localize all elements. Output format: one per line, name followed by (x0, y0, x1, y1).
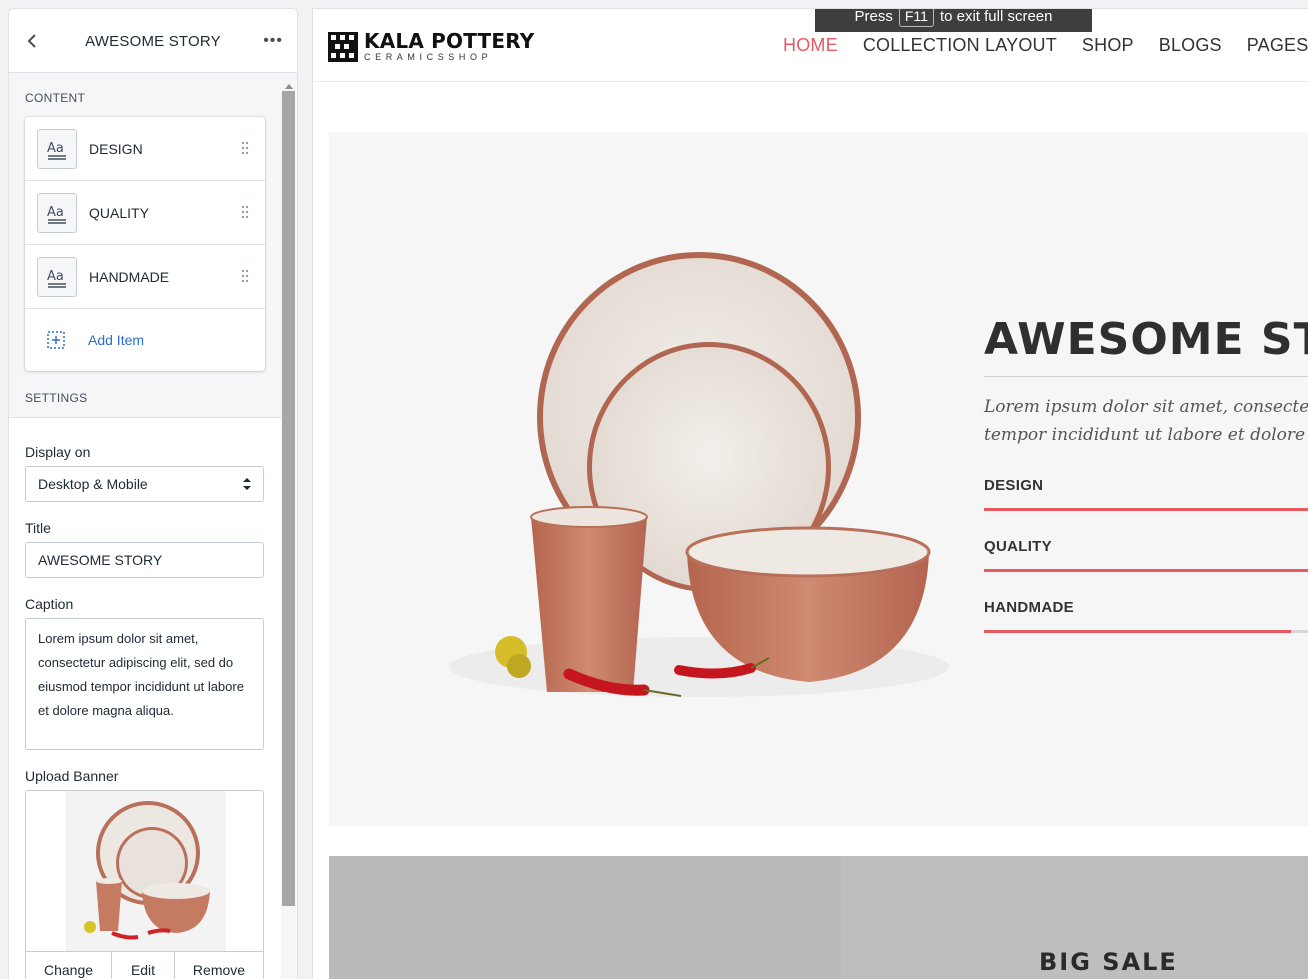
skill-bar-label: DESIGN (984, 477, 1044, 494)
display-on-label: Display on (25, 444, 91, 460)
settings-panel: Display on Desktop & Mobile Title AWESOM… (9, 417, 281, 979)
drag-handle-icon[interactable] (241, 269, 249, 283)
logo-text: KALA POTTERY CERAMICSSHOP (364, 31, 534, 62)
skill-bar-fill (984, 569, 1308, 572)
banner-thumbnail-image (66, 791, 226, 951)
store-header: KALA POTTERY CERAMICSSHOP HOME COLLECTIO… (313, 9, 1308, 82)
svg-text:Aa: Aa (47, 141, 64, 156)
skill-bar-quality: QUALITY (984, 538, 1308, 572)
change-banner-button[interactable]: Change (26, 952, 112, 979)
story-content: AWESOME STO Lorem ipsum dolor sit amet, … (984, 312, 1308, 633)
skill-bar-track (984, 508, 1308, 511)
story-caption-line: Lorem ipsum dolor sit amet, consectetur (984, 397, 1308, 417)
story-divider (984, 376, 1308, 377)
story-caption: Lorem ipsum dolor sit amet, consectetur … (984, 393, 1308, 449)
theme-editor-sidebar: AWESOME STORY ••• CONTENT Aa DESIGN Aa Q… (8, 8, 298, 979)
more-actions-icon[interactable]: ••• (263, 32, 283, 50)
logo-mark-icon (328, 31, 358, 62)
storefront-preview: KALA POTTERY CERAMICSSHOP HOME COLLECTIO… (312, 8, 1308, 979)
skill-bar-handmade: HANDMADE (984, 599, 1308, 633)
remove-banner-button[interactable]: Remove (175, 952, 263, 979)
settings-section-label: SETTINGS (25, 391, 88, 405)
nav-blogs[interactable]: BLOGS (1159, 35, 1222, 56)
scroll-up-icon[interactable] (285, 84, 293, 89)
pottery-banner-image (449, 252, 949, 697)
edit-banner-button[interactable]: Edit (112, 952, 175, 979)
toast-key: F11 (898, 9, 934, 27)
toast-text-after: to exit full screen (939, 8, 1053, 25)
add-item-button[interactable]: Add Item (25, 309, 265, 371)
skill-bar-label: HANDMADE (984, 599, 1074, 616)
sidebar-header: AWESOME STORY ••• (9, 9, 297, 73)
text-block-icon: Aa (37, 256, 77, 297)
logo-name: KALA POTTERY (364, 29, 535, 53)
display-on-value: Desktop & Mobile (38, 476, 148, 492)
nav-pages[interactable]: PAGES (1247, 35, 1308, 56)
story-title: AWESOME STO (984, 314, 1308, 365)
block-item-handmade[interactable]: Aa HANDMADE (25, 245, 265, 309)
skill-bar-label: QUALITY (984, 538, 1052, 555)
skill-bar-fill (984, 508, 1308, 511)
svg-text:Aa: Aa (47, 269, 64, 284)
caption-textarea[interactable]: Lorem ipsum dolor sit amet, consectetur … (25, 618, 264, 750)
fullscreen-toast: Press F11 to exit full screen (815, 8, 1092, 32)
drag-handle-icon[interactable] (241, 205, 249, 219)
sidebar-scrollbar[interactable] (282, 84, 295, 906)
nav-shop[interactable]: SHOP (1082, 35, 1134, 56)
sale-image (329, 856, 841, 979)
main-navigation: HOME COLLECTION LAYOUT SHOP BLOGS PAGES … (783, 35, 1308, 56)
skill-bar-design: DESIGN (984, 477, 1308, 511)
toast-text-before: Press (854, 8, 893, 25)
block-item-label: DESIGN (89, 140, 143, 157)
awesome-story-section: AWESOME STO Lorem ipsum dolor sit amet, … (329, 132, 1308, 826)
big-sale-section: BIG SALE (329, 856, 1308, 979)
caption-label: Caption (25, 596, 74, 612)
display-on-select[interactable]: Desktop & Mobile (25, 466, 264, 502)
store-logo[interactable]: KALA POTTERY CERAMICSSHOP (328, 31, 534, 62)
block-item-label: HANDMADE (89, 268, 170, 285)
block-item-quality[interactable]: Aa QUALITY (25, 181, 265, 245)
skill-bar-track (984, 630, 1308, 633)
sidebar-title: AWESOME STORY (85, 33, 221, 50)
banner-actions: Change Edit Remove (26, 951, 263, 979)
content-blocks-card: Aa DESIGN Aa QUALITY Aa HANDMADE Add Ite… (25, 117, 265, 371)
title-input[interactable]: AWESOME STORY (25, 542, 264, 578)
logo-subtitle: CERAMICSSHOP (364, 52, 493, 62)
nav-collection-layout[interactable]: COLLECTION LAYOUT (863, 35, 1057, 56)
content-section-label: CONTENT (25, 91, 86, 105)
story-caption-line: tempor incididunt ut labore et dolore ma (984, 425, 1308, 445)
select-caret-icon (243, 478, 251, 490)
skill-bar-track (984, 569, 1308, 572)
title-label: Title (25, 520, 51, 536)
text-block-icon: Aa (37, 128, 77, 169)
drag-handle-icon[interactable] (241, 141, 249, 155)
skill-bar-fill (984, 630, 1291, 633)
upload-banner-box: Change Edit Remove (25, 790, 264, 979)
nav-home[interactable]: HOME (783, 35, 838, 56)
upload-banner-label: Upload Banner (25, 768, 119, 784)
svg-text:Aa: Aa (47, 205, 64, 220)
add-item-label: Add Item (88, 332, 145, 348)
sale-title: BIG SALE (1039, 948, 1178, 976)
text-block-icon: Aa (37, 192, 77, 233)
block-item-design[interactable]: Aa DESIGN (25, 117, 265, 181)
add-block-icon (47, 331, 65, 349)
block-item-label: QUALITY (89, 204, 149, 221)
